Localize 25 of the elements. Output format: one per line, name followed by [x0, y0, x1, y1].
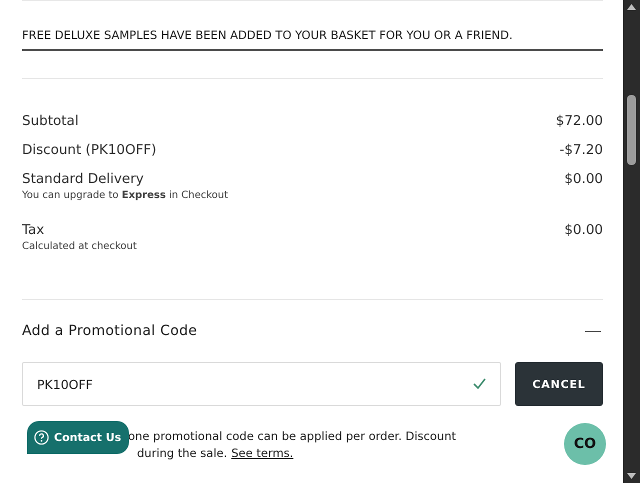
promo-notice-text: one promotional code can be applied per order. Discount — [128, 428, 456, 445]
summary-label: Standard Delivery — [22, 170, 144, 186]
promo-code-input[interactable]: PK10OFF — [37, 376, 473, 392]
see-terms-link[interactable]: See terms. — [231, 445, 294, 462]
summary-label: Tax — [22, 222, 44, 238]
scrollbar-thumb[interactable] — [627, 95, 636, 165]
cancel-button[interactable]: CANCEL — [515, 362, 603, 406]
chat-button[interactable]: CO — [564, 423, 606, 465]
promo-title: Add a Promotional Code — [22, 323, 198, 339]
contact-us-button[interactable]: Contact Us — [27, 421, 130, 454]
scroll-up-icon[interactable] — [627, 4, 636, 10]
summary-note: You can upgrade to Express in Checkout — [22, 190, 230, 201]
scroll-down-icon[interactable] — [627, 473, 636, 479]
samples-banner: FREE DELUXE SAMPLES HAVE BEEN ADDED TO YOUR BASKET FOR YOU OR A FRIEND. — [22, 10, 603, 51]
summary-value: $72.00 — [556, 112, 603, 128]
promo-notice-text: during the sale. — [137, 445, 228, 462]
summary-value: $0.00 — [564, 170, 603, 186]
summary-value: $0.00 — [564, 222, 603, 238]
summary-value: -$7.20 — [559, 142, 603, 158]
help-icon — [34, 430, 49, 445]
promo-code-field[interactable]: PK10OFF — [22, 362, 501, 406]
summary-label: Discount (PK10OFF) — [22, 142, 156, 158]
scrollbar[interactable] — [623, 0, 640, 483]
summary-note: Calculated at checkout — [22, 241, 138, 252]
summary-label: Subtotal — [22, 112, 79, 128]
